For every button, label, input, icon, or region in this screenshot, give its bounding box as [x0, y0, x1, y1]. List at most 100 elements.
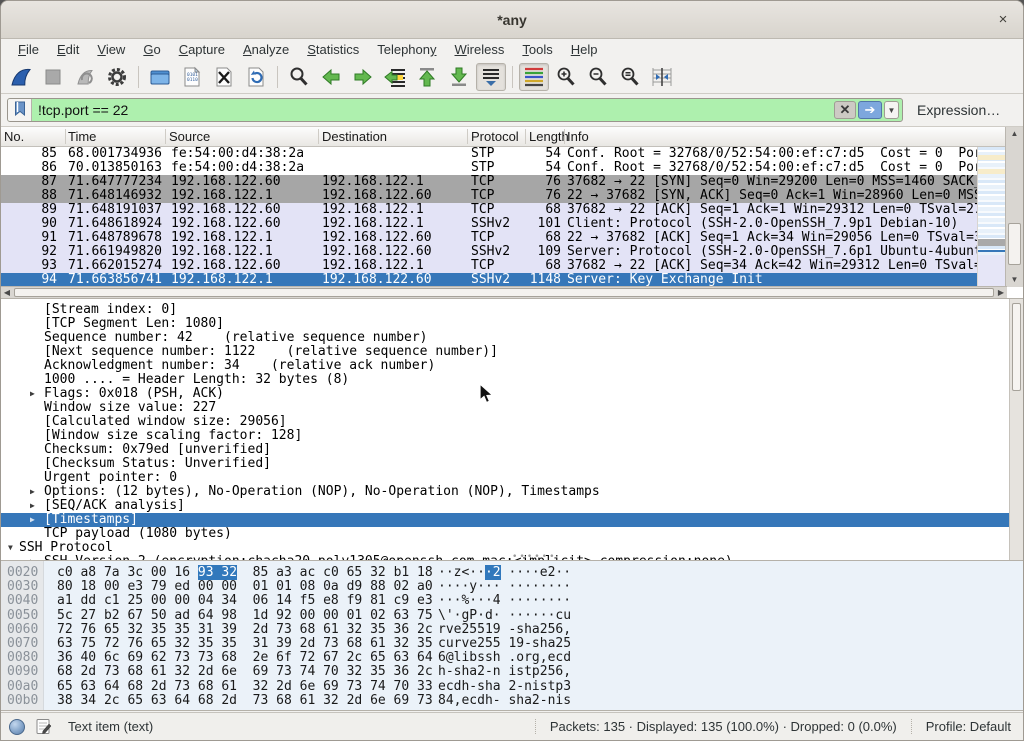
hex-row-0030[interactable]: 003080 18 00 e3 79 ed 00 00 01 01 08 0a …: [1, 580, 1023, 594]
packet-row-92[interactable]: 9271.661949820192.168.122.1192.168.122.6…: [1, 245, 979, 259]
pane-splitter-handle[interactable]: ••••••: [512, 556, 542, 560]
go-forward-button[interactable]: [348, 63, 378, 91]
packet-row-85[interactable]: 8568.001734936fe:54:00:d4:38:2aSTP54Conf…: [1, 147, 979, 161]
packet-list-vertical-scrollbar[interactable]: ▲ ▼: [1005, 127, 1023, 287]
scrollbar-thumb[interactable]: [1008, 223, 1021, 265]
column-header-protocol[interactable]: Protocol: [471, 129, 519, 144]
detail-line[interactable]: ▶[SEQ/ACK analysis]: [1, 499, 1023, 513]
column-header-destination[interactable]: Destination: [322, 129, 387, 144]
menu-tools[interactable]: Tools: [513, 40, 561, 59]
hex-row-0080[interactable]: 008036 40 6c 69 62 73 73 68 2e 6f 72 67 …: [1, 651, 1023, 665]
zoom-in-button[interactable]: [551, 63, 581, 91]
detail-line[interactable]: ▶Options: (12 bytes), No-Operation (NOP)…: [1, 485, 1023, 499]
collapsed-arrow-icon[interactable]: ▶: [30, 499, 35, 513]
hex-row-0040[interactable]: 0040a1 dd c1 25 00 00 04 34 06 14 f5 e8 …: [1, 594, 1023, 608]
packet-row-88[interactable]: 8871.648146932192.168.122.1192.168.122.6…: [1, 189, 979, 203]
detail-line[interactable]: Urgent pointer: 0: [1, 471, 1023, 485]
packet-row-86[interactable]: 8670.013850163fe:54:00:d4:38:2aSTP54Conf…: [1, 161, 979, 175]
column-separator[interactable]: [467, 129, 468, 144]
collapsed-arrow-icon[interactable]: ▶: [30, 387, 35, 401]
go-to-packet-button[interactable]: [380, 63, 410, 91]
detail-line[interactable]: [TCP Segment Len: 1080]: [1, 317, 1023, 331]
title-bar[interactable]: *any ×: [1, 1, 1023, 39]
collapsed-arrow-icon[interactable]: ▶: [30, 485, 35, 499]
column-separator[interactable]: [318, 129, 319, 144]
menu-edit[interactable]: Edit: [48, 40, 88, 59]
packet-row-89[interactable]: 8971.648191037192.168.122.60192.168.122.…: [1, 203, 979, 217]
find-packet-button[interactable]: [284, 63, 314, 91]
filter-apply-button[interactable]: ➔: [858, 101, 882, 119]
menu-help[interactable]: Help: [562, 40, 607, 59]
close-window-button[interactable]: ×: [993, 10, 1013, 30]
detail-line[interactable]: ▶Flags: 0x018 (PSH, ACK): [1, 387, 1023, 401]
column-header-no[interactable]: No.: [4, 129, 24, 144]
hex-row-0070[interactable]: 007063 75 72 76 65 32 35 35 31 39 2d 73 …: [1, 637, 1023, 651]
hex-row-0020[interactable]: 0020c0 a8 7a 3c 00 16 93 32 85 a3 ac c0 …: [1, 566, 1023, 580]
zoom-reset-button[interactable]: [615, 63, 645, 91]
packet-bytes-pane[interactable]: 0020c0 a8 7a 3c 00 16 93 32 85 a3 ac c0 …: [1, 561, 1023, 711]
column-header-info[interactable]: Info: [567, 129, 589, 144]
menu-analyze[interactable]: Analyze: [234, 40, 298, 59]
detail-line[interactable]: [Window size scaling factor: 128]: [1, 429, 1023, 443]
menu-telephony[interactable]: Telephony: [368, 40, 445, 59]
display-filter-field[interactable]: !tcp.port == 22 ✕ ➔ ▼: [7, 98, 903, 122]
column-separator[interactable]: [525, 129, 526, 144]
column-header-source[interactable]: Source: [169, 129, 210, 144]
capture-options-button[interactable]: [102, 63, 132, 91]
scrollbar-thumb[interactable]: [14, 288, 994, 297]
stop-capture-button[interactable]: [38, 63, 68, 91]
column-separator[interactable]: [165, 129, 166, 144]
filter-dropdown-button[interactable]: ▼: [884, 101, 899, 119]
scroll-down-arrow[interactable]: ▼: [1006, 273, 1023, 287]
detail-line[interactable]: [Stream index: 0]: [1, 303, 1023, 317]
scroll-right-arrow[interactable]: ▶: [995, 287, 1007, 298]
menu-go[interactable]: Go: [134, 40, 169, 59]
expression-button[interactable]: Expression…: [917, 102, 1000, 118]
detail-line[interactable]: 1000 .... = Header Length: 32 bytes (8): [1, 373, 1023, 387]
detail-line[interactable]: TCP payload (1080 bytes): [1, 527, 1023, 541]
column-separator[interactable]: [65, 129, 66, 144]
detail-line[interactable]: ▶[Timestamps]: [1, 513, 1023, 527]
detail-line[interactable]: Window size value: 227: [1, 401, 1023, 415]
scrollbar-thumb[interactable]: [1012, 303, 1021, 391]
menu-wireless[interactable]: Wireless: [446, 40, 514, 59]
column-separator[interactable]: [564, 129, 565, 144]
start-capture-button[interactable]: [6, 63, 36, 91]
packet-row-93[interactable]: 9371.662015274192.168.122.60192.168.122.…: [1, 259, 979, 273]
status-profile[interactable]: Profile: Default: [911, 719, 1023, 734]
detail-line[interactable]: [Next sequence number: 1122 (relative se…: [1, 345, 1023, 359]
packet-list-header[interactable]: No. Time Source Destination Protocol LengthIn…: [1, 127, 1007, 147]
filter-clear-button[interactable]: ✕: [834, 101, 856, 119]
detail-line[interactable]: [Checksum Status: Unverified]: [1, 457, 1023, 471]
zoom-out-button[interactable]: [583, 63, 613, 91]
column-header-length[interactable]: Length: [529, 129, 569, 144]
detail-line[interactable]: Acknowledgment number: 34 (relative ack …: [1, 359, 1023, 373]
detail-line[interactable]: Checksum: 0x79ed [unverified]: [1, 443, 1023, 457]
detail-line[interactable]: Sequence number: 42 (relative sequence n…: [1, 331, 1023, 345]
close-file-button[interactable]: [209, 63, 239, 91]
restart-capture-button[interactable]: [70, 63, 100, 91]
packet-row-91[interactable]: 9171.648789678192.168.122.1192.168.122.6…: [1, 231, 979, 245]
go-first-packet-button[interactable]: [412, 63, 442, 91]
hex-row-00b0[interactable]: 00b038 34 2c 65 63 64 68 2d 73 68 61 32 …: [1, 694, 1023, 708]
display-filter-input[interactable]: !tcp.port == 22: [32, 102, 834, 118]
capture-comment-icon[interactable]: [35, 718, 52, 735]
packet-list-minimap[interactable]: [977, 147, 1005, 287]
colorize-packets-button[interactable]: [519, 63, 549, 91]
hex-row-00a0[interactable]: 00a065 63 64 68 2d 73 68 61 32 2d 6e 69 …: [1, 680, 1023, 694]
go-back-button[interactable]: [316, 63, 346, 91]
packet-row-94[interactable]: 9471.663856741192.168.122.1192.168.122.6…: [1, 273, 979, 287]
resize-columns-button[interactable]: [647, 63, 677, 91]
packet-row-90[interactable]: 9071.648618924192.168.122.60192.168.122.…: [1, 217, 979, 231]
reload-file-button[interactable]: [241, 63, 271, 91]
auto-scroll-button[interactable]: [476, 63, 506, 91]
packet-list-horizontal-scrollbar[interactable]: ◀ ▶: [1, 286, 1007, 298]
expanded-arrow-icon[interactable]: ▼: [8, 541, 13, 555]
details-vertical-scrollbar[interactable]: [1009, 299, 1023, 560]
menu-view[interactable]: View: [88, 40, 134, 59]
collapsed-arrow-icon[interactable]: ▶: [30, 513, 35, 527]
hex-row-0090[interactable]: 009068 2d 73 68 61 32 2d 6e 69 73 74 70 …: [1, 665, 1023, 679]
menu-file[interactable]: File: [9, 40, 48, 59]
column-header-time[interactable]: Time: [68, 129, 96, 144]
scroll-left-arrow[interactable]: ◀: [1, 287, 13, 298]
